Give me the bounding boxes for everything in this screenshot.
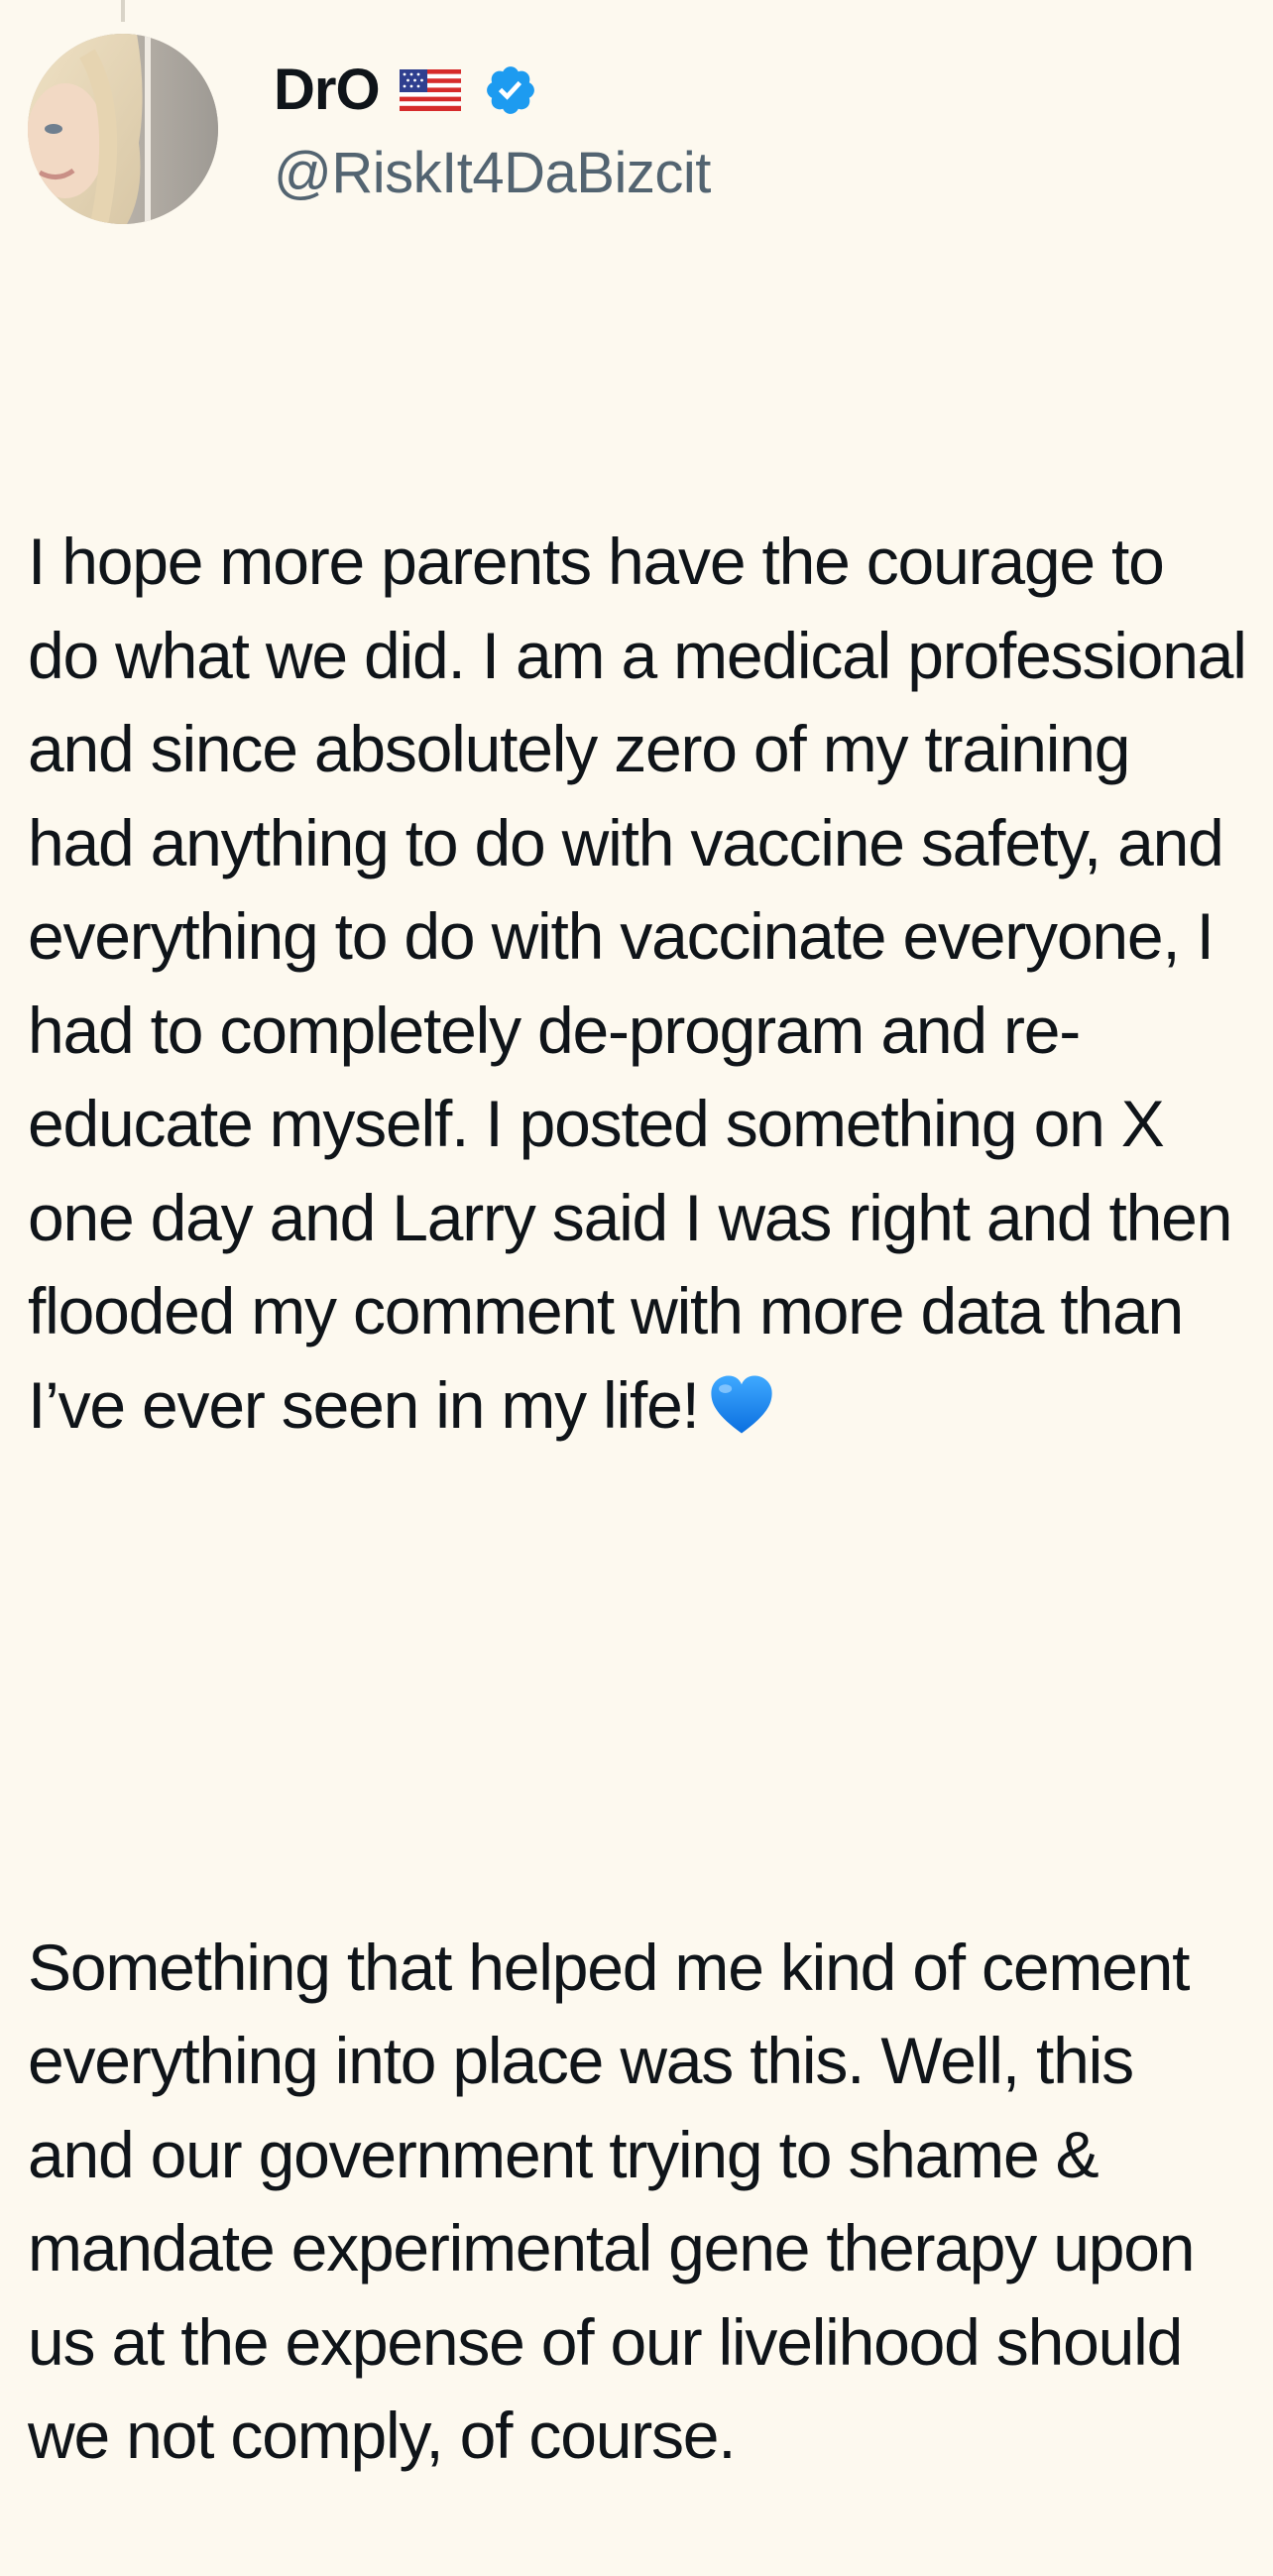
verified-badge-icon[interactable] [483,62,538,118]
tweet-author-header: DrO @RiskIt4DaBizcit [28,34,711,224]
thread-connector-line [121,0,125,22]
us-flag-icon [399,68,461,111]
author-names: DrO @RiskIt4DaBizcit [274,53,711,206]
user-handle[interactable]: @RiskIt4DaBizcit [274,140,711,206]
avatar[interactable] [28,34,218,224]
tweet-paragraph-2: Something that helped me kind of cement … [28,1930,1212,2473]
tweet-text: I hope more parents have the courage to … [28,327,1247,2576]
avatar-photo-icon [28,34,218,224]
tweet-paragraph-1: I hope more parents have the courage to … [28,515,1247,1452]
display-name-row: DrO [274,53,711,128]
tweet-paragraph-1-text: I hope more parents have the courage to … [28,525,1263,1442]
blue-heart-icon [707,1370,776,1440]
display-name[interactable]: DrO [274,57,381,123]
